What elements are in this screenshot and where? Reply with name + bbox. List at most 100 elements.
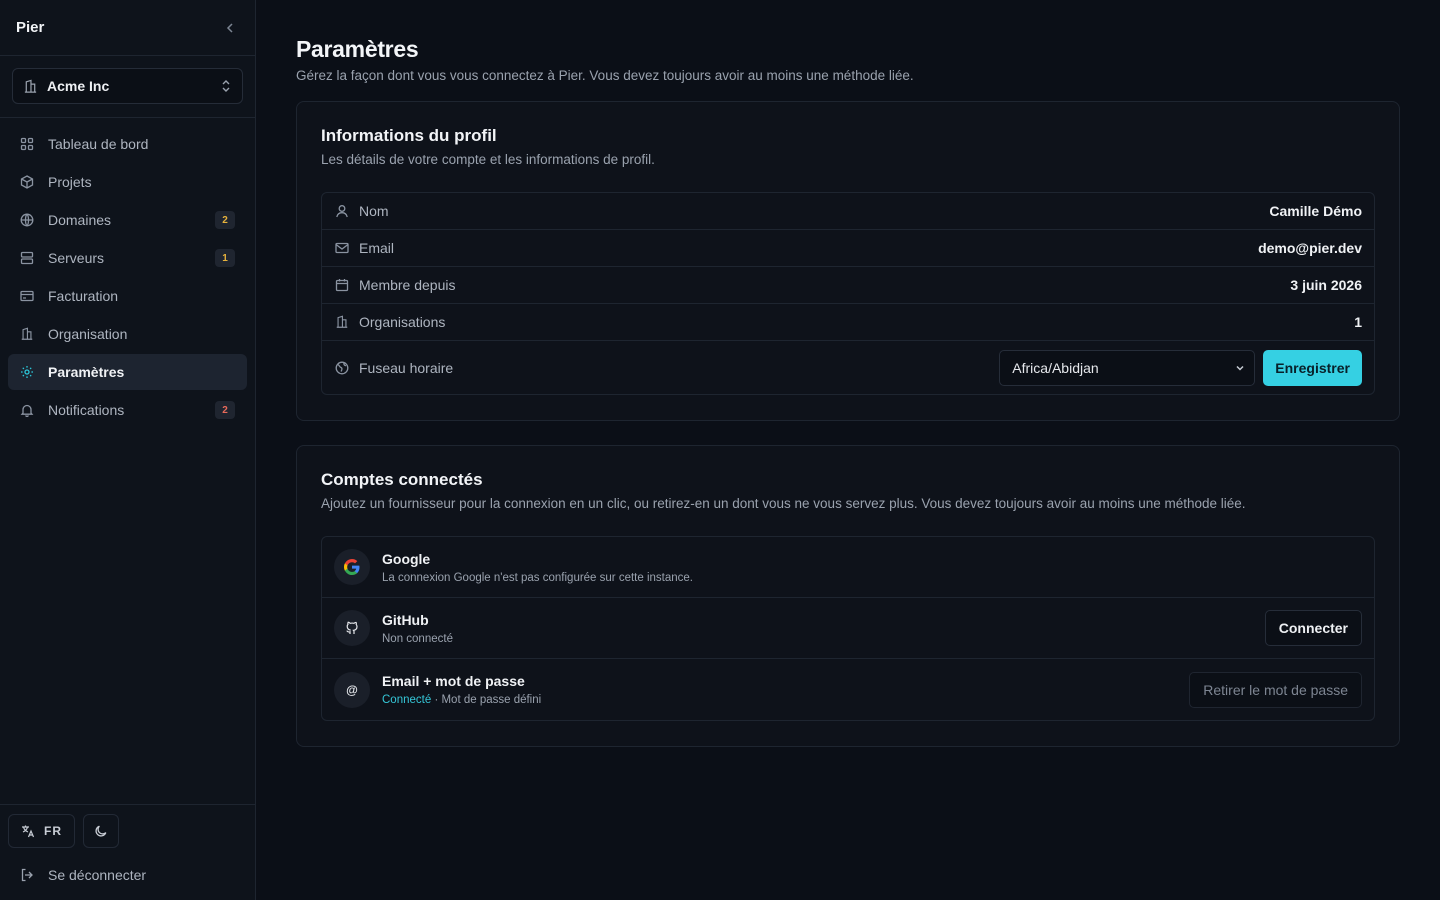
remove-password-button[interactable]: Retirer le mot de passe: [1189, 671, 1362, 708]
account-info: Email + mot de passe Connecté · Mot de p…: [382, 673, 1189, 706]
connected-accounts-card: Comptes connectés Ajoutez un fournisseur…: [296, 445, 1400, 747]
profile-row-member-since: Membre depuis 3 juin 2026: [322, 267, 1374, 304]
timezone-value: Africa/Abidjan: [1012, 359, 1099, 376]
profile-row-organizations: Organisations 1: [322, 304, 1374, 341]
org-switcher-wrap: Acme Inc: [0, 56, 255, 118]
sidebar: Pier Acme Inc Tableau de bord Projets Do…: [0, 0, 256, 900]
main-content: Paramètres Gérez la façon dont vous vous…: [296, 0, 1400, 747]
count-badge: 2: [215, 401, 235, 419]
globe-icon: [20, 213, 34, 227]
github-icon: [334, 610, 370, 646]
logout-icon: [21, 868, 33, 882]
globe-icon: [335, 361, 349, 375]
collapse-sidebar-button[interactable]: [221, 19, 239, 37]
row-label: Membre depuis: [359, 277, 456, 293]
account-desc: Connecté · Mot de passe défini: [382, 694, 1189, 706]
sidebar-item-settings[interactable]: Paramètres: [8, 354, 247, 390]
row-label: Organisations: [359, 314, 446, 330]
chevron-left-icon: [226, 22, 233, 33]
building-icon: [24, 79, 37, 93]
connect-github-button[interactable]: Connecter: [1264, 610, 1362, 646]
credit-card-icon: [20, 289, 34, 303]
password-status: · Mot de passe défini: [434, 694, 542, 706]
sidebar-item-projects[interactable]: Projets: [8, 164, 247, 200]
brand-name: Pier: [16, 19, 45, 36]
page-subtitle: Gérez la façon dont vous vous connectez …: [296, 68, 914, 83]
logout-button[interactable]: Se déconnecter: [0, 856, 255, 900]
row-value: 1: [1354, 314, 1362, 330]
google-icon: [334, 549, 370, 585]
profile-card: Informations du profil Les détails de vo…: [296, 101, 1400, 421]
count-badge: 2: [215, 211, 235, 229]
building-icon: [20, 327, 34, 341]
sidebar-footer: FR Se déconnecter: [0, 804, 255, 900]
save-button[interactable]: Enregistrer: [1263, 349, 1362, 386]
row-label: Nom: [359, 203, 389, 219]
profile-table: Nom Camille Démo Email demo@pier.dev Mem…: [321, 192, 1375, 395]
sidebar-item-label: Projets: [48, 174, 92, 190]
sidebar-item-label: Organisation: [48, 326, 128, 342]
account-row-google: Google La connexion Google n'est pas con…: [322, 537, 1374, 598]
account-name: Google: [382, 550, 431, 567]
timezone-select[interactable]: Africa/Abidjan: [999, 349, 1256, 386]
sidebar-item-billing[interactable]: Facturation: [8, 278, 247, 314]
dashboard-icon: [20, 137, 34, 151]
sidebar-nav: Tableau de bord Projets Domaines 2 Serve…: [0, 118, 255, 438]
bell-icon: [20, 403, 34, 417]
account-desc: La connexion Google n'est pas configurée…: [382, 571, 693, 584]
sidebar-item-label: Notifications: [48, 402, 125, 418]
sidebar-item-dashboard[interactable]: Tableau de bord: [8, 126, 247, 162]
sidebar-footer-controls: FR: [0, 805, 255, 856]
accounts-list: Google La connexion Google n'est pas con…: [321, 536, 1375, 721]
row-value: demo@pier.dev: [1258, 240, 1362, 256]
row-label: Fuseau horaire: [359, 359, 454, 376]
box-icon: [20, 175, 34, 189]
count-badge: 1: [215, 249, 235, 267]
sidebar-item-label: Tableau de bord: [48, 136, 149, 152]
server-icon: [20, 251, 34, 265]
connected-status: Connecté: [382, 694, 432, 706]
sidebar-item-label: Paramètres: [48, 364, 125, 380]
profile-row-name: Nom Camille Démo: [322, 193, 1374, 230]
sidebar-item-servers[interactable]: Serveurs 1: [8, 240, 247, 276]
org-switcher[interactable]: Acme Inc: [12, 68, 243, 104]
profile-row-timezone: Fuseau horaire Africa/Abidjan Enregistre…: [322, 341, 1374, 394]
at-sign-icon: @: [334, 671, 370, 708]
org-name: Acme Inc: [47, 78, 110, 94]
account-desc: Non connecté: [382, 632, 453, 645]
gear-icon: [20, 365, 34, 379]
logout-label: Se déconnecter: [48, 867, 147, 883]
accounts-title: Comptes connectés: [321, 470, 483, 489]
row-value: 3 juin 2026: [1290, 277, 1362, 293]
sidebar-item-notifications[interactable]: Notifications 2: [8, 392, 247, 428]
sidebar-header: Pier: [0, 0, 255, 56]
chevron-down-icon: [1236, 365, 1244, 371]
page-title: Paramètres: [296, 36, 419, 62]
profile-title: Informations du profil: [321, 126, 497, 145]
sidebar-item-label: Domaines: [48, 212, 112, 228]
translate-icon: [22, 825, 35, 838]
row-label: Email: [359, 240, 395, 256]
account-info: Google La connexion Google n'est pas con…: [382, 551, 1362, 584]
account-name: Email + mot de passe: [382, 673, 525, 689]
language-code: FR: [44, 824, 62, 838]
chevrons-up-down-icon: [222, 80, 230, 92]
row-value: Camille Démo: [1269, 203, 1362, 219]
building-icon: [335, 315, 349, 329]
accounts-subtitle: Ajoutez un fournisseur pour la connexion…: [321, 496, 1246, 511]
theme-toggle[interactable]: [83, 814, 119, 848]
sidebar-item-label: Facturation: [48, 288, 119, 304]
account-row-email-password: @ Email + mot de passe Connecté · Mot de…: [322, 659, 1374, 720]
profile-row-email: Email demo@pier.dev: [322, 230, 1374, 267]
sidebar-item-domains[interactable]: Domaines 2: [8, 202, 247, 238]
account-info: GitHub Non connecté: [382, 612, 1265, 645]
sidebar-item-label: Serveurs: [48, 250, 105, 266]
mail-icon: [335, 241, 349, 255]
account-name: GitHub: [382, 611, 429, 628]
language-switcher[interactable]: FR: [8, 814, 75, 848]
sidebar-item-organization[interactable]: Organisation: [8, 316, 247, 352]
calendar-icon: [335, 278, 349, 292]
profile-subtitle: Les détails de votre compte et les infor…: [321, 152, 655, 167]
moon-icon: [95, 825, 107, 837]
account-row-github: GitHub Non connecté Connecter: [322, 598, 1374, 659]
